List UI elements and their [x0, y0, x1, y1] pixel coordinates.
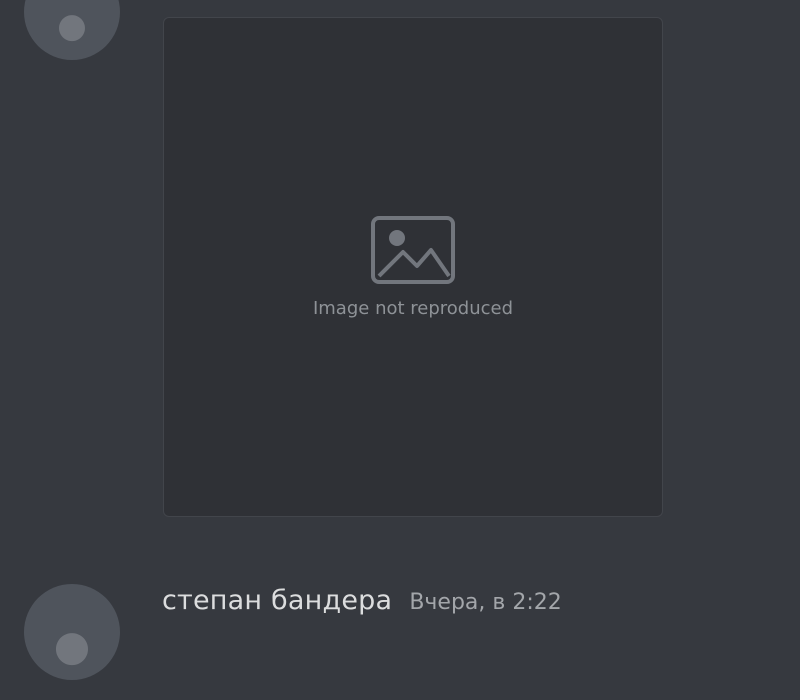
message-avatar[interactable]: ●: [24, 584, 120, 680]
image-attachment-placeholder: Image not reproduced: [164, 18, 662, 516]
message-timestamp: Вчера, в 2:22: [409, 590, 562, 615]
image-icon: [371, 215, 455, 284]
message-header: степан бандера Вчера, в 2:22: [162, 585, 562, 616]
user-avatar-icon: ●: [53, 621, 91, 670]
message-text: [162, 638, 762, 678]
user-avatar-icon: ●: [57, 6, 87, 46]
attachment-placeholder-label: Image not reproduced: [312, 297, 514, 319]
image-attachment[interactable]: Image not reproduced: [163, 17, 663, 517]
username[interactable]: степан бандера: [162, 585, 392, 616]
previous-message-avatar[interactable]: ●: [24, 0, 120, 60]
